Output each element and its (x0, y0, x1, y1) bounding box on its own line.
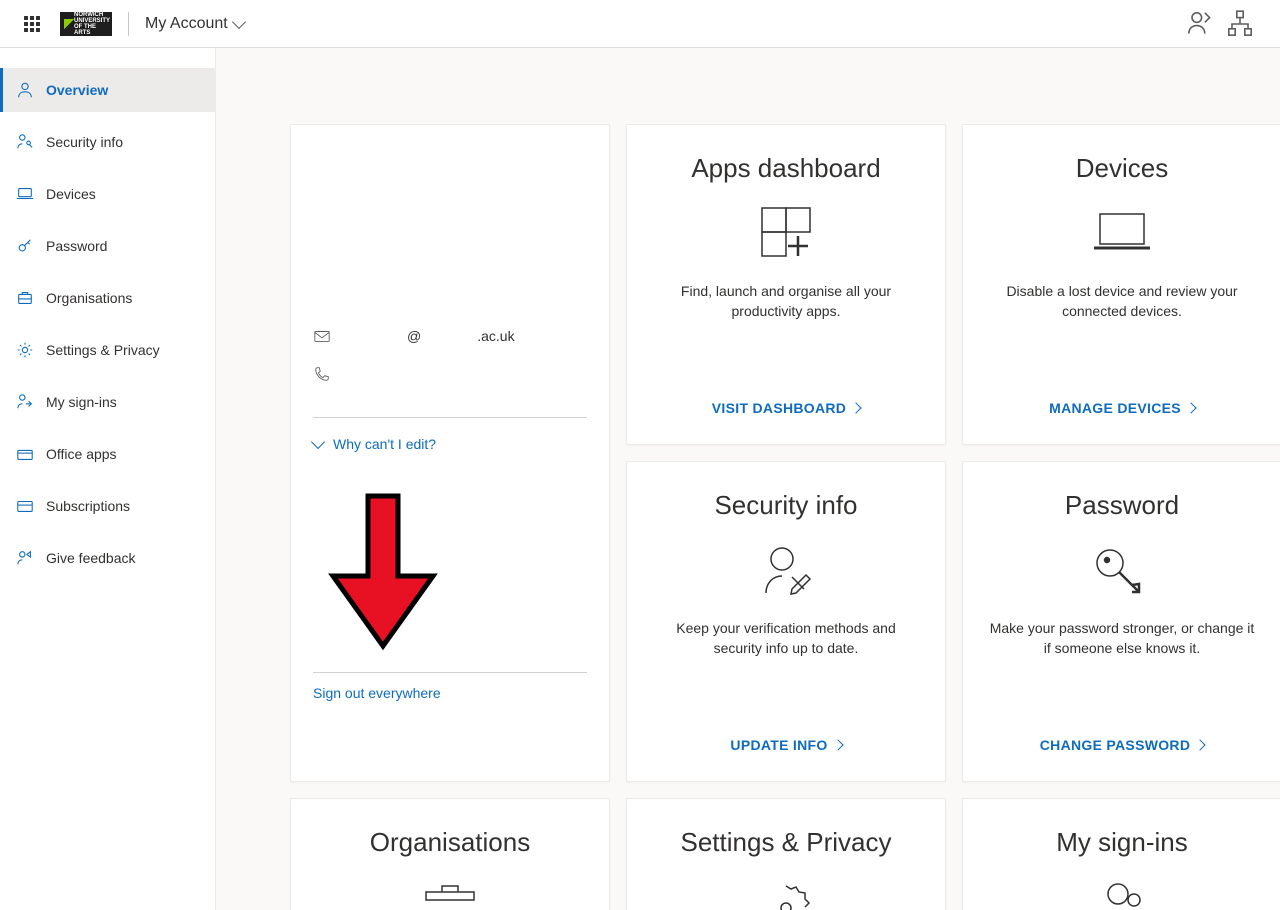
my-sign-ins-card: My sign-ins (962, 798, 1280, 910)
card-title: Settings & Privacy (681, 827, 892, 858)
account-label: My Account (145, 15, 228, 33)
card-description: Disable a lost device and review your co… (987, 282, 1257, 321)
why-cant-i-edit-toggle[interactable]: Why can't I edit? (313, 436, 587, 452)
sidebar-label: Overview (46, 82, 108, 98)
sidebar-label: Give feedback (46, 550, 136, 566)
sidebar-item-password[interactable]: Password (0, 224, 215, 268)
gear-icon (16, 341, 34, 359)
feedback-icon[interactable] (1184, 8, 1216, 40)
key-icon (1090, 541, 1154, 601)
profile-email-row: @ .ac.uk (313, 317, 587, 355)
org-tree-icon[interactable] (1224, 8, 1256, 40)
sign-out-everywhere-link[interactable]: Sign out everywhere (313, 685, 587, 701)
sidebar-label: Security info (46, 134, 123, 150)
profile-header (313, 147, 587, 317)
topbar: NORWICHUNIVERSITYOF THE ARTS My Account (0, 0, 1280, 48)
topbar-right (1184, 8, 1272, 40)
card-title: Apps dashboard (691, 153, 880, 184)
sidebar-label: Settings & Privacy (46, 342, 160, 358)
sidebar-label: Devices (46, 186, 96, 202)
chevron-right-icon (851, 402, 862, 413)
mail-icon (313, 327, 331, 345)
sidebar-item-settings-privacy[interactable]: Settings & Privacy (0, 328, 215, 372)
profile-phone-row (313, 355, 587, 393)
person-icon (16, 81, 34, 99)
waffle-icon (24, 16, 40, 32)
sidebar-item-organisations[interactable]: Organisations (0, 276, 215, 320)
settings-privacy-card: Settings & Privacy (626, 798, 946, 910)
security-info-card: Security info Keep your verification met… (626, 461, 946, 782)
divider (313, 417, 587, 418)
my-account-dropdown[interactable]: My Account (137, 0, 252, 48)
phone-icon (313, 365, 331, 383)
card-title: Security info (714, 490, 857, 521)
password-card: Password Make your password stronger, or… (962, 461, 1280, 782)
main-content: @ .ac.uk Why can't I edit? (216, 48, 1280, 910)
sidebar-item-subscriptions[interactable]: Subscriptions (0, 484, 215, 528)
devices-card: Devices Disable a lost device and review… (962, 124, 1280, 445)
sidebar-label: Subscriptions (46, 498, 130, 514)
card-title: Password (1065, 490, 1179, 521)
chevron-right-icon (1195, 739, 1206, 750)
apps-grid-plus-icon (754, 204, 818, 264)
briefcase-icon (16, 289, 34, 307)
person-arrow-icon (16, 393, 34, 411)
app-launcher-button[interactable] (8, 0, 56, 48)
sidebar-label: Password (46, 238, 107, 254)
manage-devices-link[interactable]: MANAGE DEVICES (1049, 400, 1195, 416)
person-edit-icon (754, 541, 818, 601)
card-description: Make your password stronger, or change i… (987, 619, 1257, 658)
chevron-down-icon (232, 14, 246, 28)
card-title: Devices (1076, 153, 1168, 184)
layout: Overview Security info Devices Password … (0, 48, 1280, 910)
chevron-right-icon (1185, 402, 1196, 413)
org-logo: NORWICHUNIVERSITYOF THE ARTS (60, 12, 112, 36)
card-icon (16, 497, 34, 515)
profile-card: @ .ac.uk Why can't I edit? (290, 124, 610, 782)
sidebar-item-office-apps[interactable]: Office apps (0, 432, 215, 476)
card-grid: @ .ac.uk Why can't I edit? (290, 124, 1280, 910)
card-title: Organisations (370, 827, 530, 858)
card-description: Keep your verification methods and secur… (651, 619, 921, 658)
update-info-link[interactable]: UPDATE INFO (730, 737, 841, 753)
person-key-icon (16, 133, 34, 151)
feedback-icon (16, 549, 34, 567)
briefcase-icon (418, 878, 482, 910)
sidebar-item-security-info[interactable]: Security info (0, 120, 215, 164)
why-edit-label: Why can't I edit? (333, 436, 436, 452)
sidebar-label: My sign-ins (46, 394, 117, 410)
sidebar-label: Office apps (46, 446, 117, 462)
organisations-card: Organisations (290, 798, 610, 910)
sidebar-label: Organisations (46, 290, 132, 306)
apps-icon (16, 445, 34, 463)
person-search-icon (1090, 878, 1154, 910)
card-description: Find, launch and organise all your produ… (651, 282, 921, 321)
visit-dashboard-link[interactable]: VISIT DASHBOARD (712, 400, 860, 416)
email-domain: .ac.uk (477, 328, 514, 344)
apps-dashboard-card: Apps dashboard Find, launch and organise… (626, 124, 946, 445)
laptop-icon (16, 185, 34, 203)
divider (313, 672, 587, 673)
key-icon (16, 237, 34, 255)
chevron-down-icon (311, 435, 325, 449)
chevron-right-icon (832, 739, 843, 750)
laptop-icon (1090, 204, 1154, 264)
sidebar-item-give-feedback[interactable]: Give feedback (0, 536, 215, 580)
sidebar-item-devices[interactable]: Devices (0, 172, 215, 216)
divider (128, 12, 129, 36)
sidebar-item-overview[interactable]: Overview (0, 68, 215, 112)
card-title: My sign-ins (1056, 827, 1187, 858)
change-password-link[interactable]: CHANGE PASSWORD (1040, 737, 1204, 753)
sidebar: Overview Security info Devices Password … (0, 48, 216, 910)
sidebar-item-my-sign-ins[interactable]: My sign-ins (0, 380, 215, 424)
gear-icon (754, 878, 818, 910)
email-at: @ (407, 328, 421, 344)
topbar-left: NORWICHUNIVERSITYOF THE ARTS My Account (8, 0, 252, 48)
red-arrow-annotation (313, 486, 453, 656)
